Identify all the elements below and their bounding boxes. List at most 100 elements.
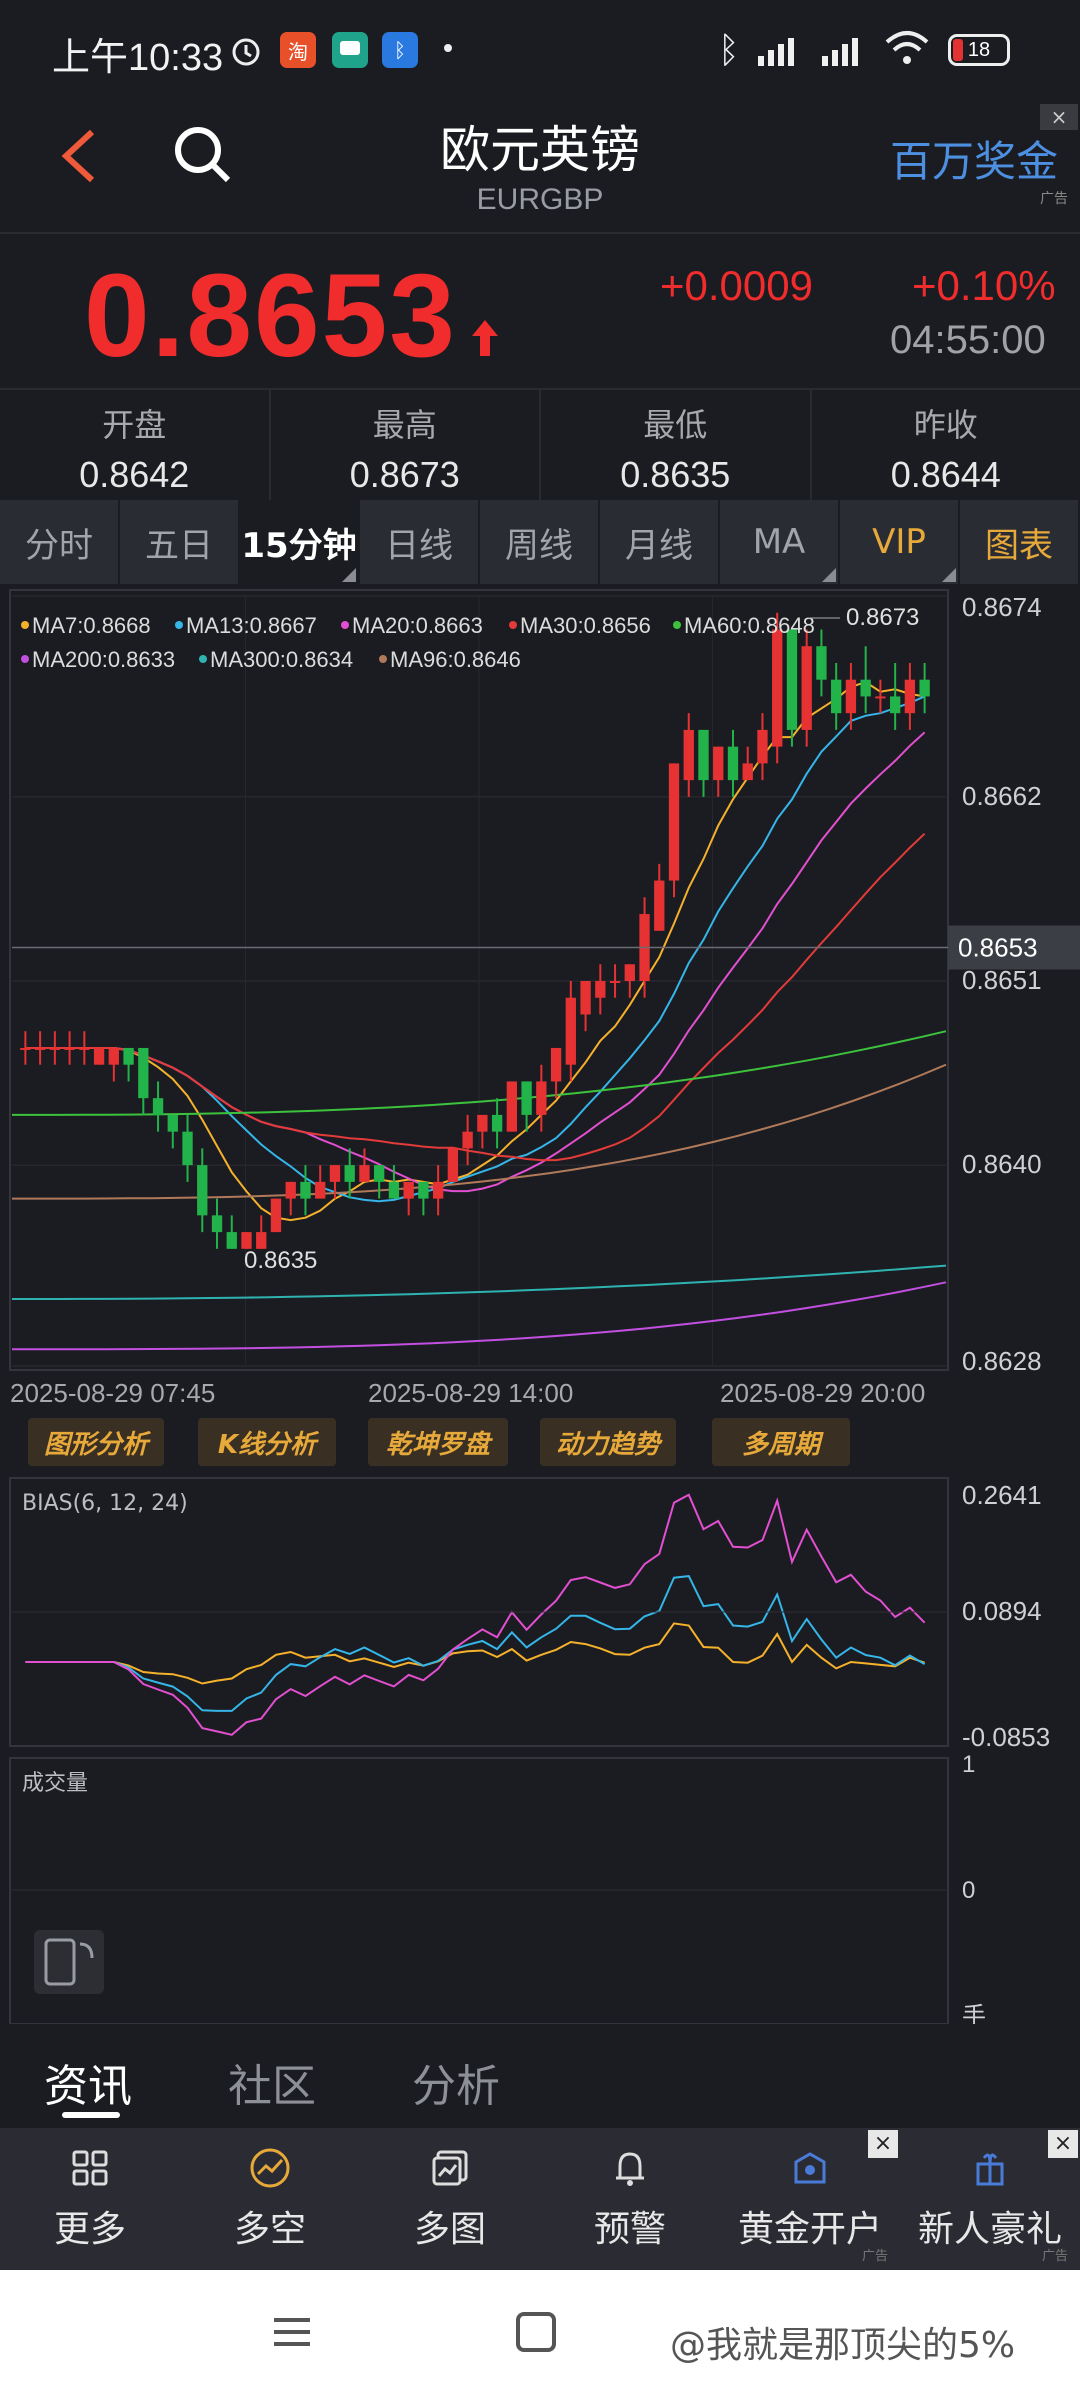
tool-kline-analysis[interactable]: K线分析	[198, 1418, 336, 1466]
tool-compass[interactable]: 乾坤罗盘	[368, 1418, 508, 1466]
candle-body	[226, 1232, 237, 1249]
legend-entry: MA300:0.8634	[210, 647, 353, 672]
kline-chart[interactable]: MA7:0.8668 MA13:0.8667 MA20:0.8663 MA30:0.8…	[0, 584, 1080, 2024]
home-button[interactable]	[516, 2312, 556, 2352]
tool-multi-period[interactable]: 多周期	[712, 1418, 850, 1466]
bias-title: BIAS(6, 12, 24)	[22, 1491, 188, 1516]
ad-close-button[interactable]: ×	[1048, 2130, 1078, 2158]
y-tick-label: 0.8674	[962, 592, 1042, 622]
candle-body	[786, 629, 798, 730]
quote-time: 04:55:00	[890, 318, 1046, 362]
action-gold-account-ad[interactable]: 黄金开户 广告 ×	[720, 2128, 900, 2270]
action-more[interactable]: 更多	[0, 2128, 180, 2270]
legend-entry: MA96:0.8646	[390, 647, 521, 672]
legend-dot	[341, 621, 349, 629]
tab-weekly[interactable]: 周线	[480, 500, 600, 584]
tab-label: 15分钟	[241, 525, 357, 566]
candle-body	[64, 1047, 75, 1050]
gold-account-icon	[788, 2146, 832, 2190]
tab-label: VIP	[872, 522, 926, 562]
landscape-toggle-icon[interactable]	[34, 1930, 104, 1994]
stat-prev-close: 昨收 0.8644	[812, 390, 1080, 500]
tab-ma[interactable]: MA	[720, 500, 840, 584]
candle-body	[506, 1081, 518, 1132]
tab-vip[interactable]: VIP	[840, 500, 960, 584]
action-label: 预警	[593, 2209, 666, 2250]
candle-body	[565, 997, 576, 1065]
ad-tag: 广告	[1040, 191, 1068, 207]
ad-tag: 广告	[1041, 2249, 1068, 2264]
candle-body	[654, 880, 665, 931]
candle-body	[211, 1215, 223, 1233]
hd-signal-icon	[758, 36, 794, 66]
candle-body	[34, 1047, 46, 1050]
candle-body	[491, 1114, 503, 1132]
candle-body	[757, 729, 768, 764]
action-multi-chart[interactable]: 多图	[360, 2128, 540, 2270]
divider	[0, 232, 1080, 234]
tab-community[interactable]: 社区	[228, 2050, 316, 2114]
legend-entry: MA30:0.8656	[520, 613, 651, 638]
stat-value: 0.8644	[890, 454, 1001, 495]
candle-body	[801, 646, 812, 730]
active-tab-indicator	[62, 2112, 120, 2118]
alarm-icon	[228, 32, 264, 68]
candle-body	[49, 1047, 61, 1050]
candle-body	[20, 1047, 31, 1050]
tab-intraday[interactable]: 分时	[0, 500, 120, 584]
candle-body	[79, 1047, 90, 1050]
action-alert[interactable]: 预警	[540, 2128, 720, 2270]
ad-close-button[interactable]: ×	[868, 2130, 898, 2158]
candle-body	[624, 964, 635, 981]
candle-body	[580, 981, 591, 1015]
multi-chart-icon	[428, 2146, 472, 2190]
tab-news[interactable]: 资讯	[44, 2050, 132, 2114]
candle-body	[550, 1047, 562, 1082]
legend-entry: MA13:0.8667	[186, 613, 317, 638]
y-tick-label: 0.8640	[962, 1149, 1042, 1179]
candle-body	[816, 646, 827, 680]
candle-body	[374, 1165, 385, 1182]
recent-apps-icon[interactable]	[272, 2312, 312, 2352]
hd-signal-icon	[822, 36, 858, 66]
bias-tick-label: 0.0894	[962, 1596, 1042, 1626]
tool-momentum[interactable]: 动力趋势	[540, 1418, 676, 1466]
tab-label: MA	[752, 522, 806, 562]
action-long-short[interactable]: 多空	[180, 2128, 360, 2270]
status-time: 上午10:33	[52, 37, 224, 79]
watermark: @我就是那顶尖的5%	[670, 2325, 1016, 2366]
message-app-icon	[332, 32, 368, 68]
stat-value: 0.8673	[349, 454, 460, 495]
candle-body	[668, 763, 680, 881]
tab-five-day[interactable]: 五日	[120, 500, 240, 584]
tab-15min[interactable]: 15分钟	[240, 500, 360, 584]
legend-dot	[175, 621, 183, 629]
ad-banner-million-bonus[interactable]: 百万奖金	[890, 128, 1058, 189]
candle-body	[860, 679, 871, 697]
bias-tick-label: 0.2641	[962, 1480, 1042, 1510]
candle-body	[521, 1081, 532, 1115]
candle-body	[93, 1047, 105, 1065]
legend-dot	[379, 655, 387, 663]
x-tick-label: 2025-08-29 14:00	[368, 1378, 573, 1408]
candle-body	[683, 729, 694, 781]
legend-dot	[21, 655, 29, 663]
y-tick-label: 0.8662	[962, 781, 1042, 811]
candle-body	[447, 1148, 459, 1182]
action-label: 黄金开户	[737, 2209, 882, 2250]
candle-body	[462, 1131, 473, 1149]
candle-body	[315, 1181, 326, 1199]
tool-shape-analysis[interactable]: 图形分析	[28, 1418, 164, 1466]
tab-chart[interactable]: 图表	[960, 500, 1080, 584]
tab-analysis[interactable]: 分析	[412, 2050, 500, 2114]
action-newbie-gift-ad[interactable]: 新人豪礼 广告 ×	[900, 2128, 1080, 2270]
bias-tick-label: -0.0853	[962, 1722, 1050, 1752]
bias-line	[25, 1493, 926, 1736]
stat-open: 开盘 0.8642	[0, 390, 271, 500]
tab-monthly[interactable]: 月线	[600, 500, 720, 584]
ad-close-button[interactable]: ×	[1040, 104, 1078, 130]
legend-entry: MA7:0.8668	[32, 613, 151, 638]
tab-daily[interactable]: 日线	[360, 500, 480, 584]
candle-body	[418, 1181, 429, 1199]
candle-body	[477, 1114, 488, 1132]
